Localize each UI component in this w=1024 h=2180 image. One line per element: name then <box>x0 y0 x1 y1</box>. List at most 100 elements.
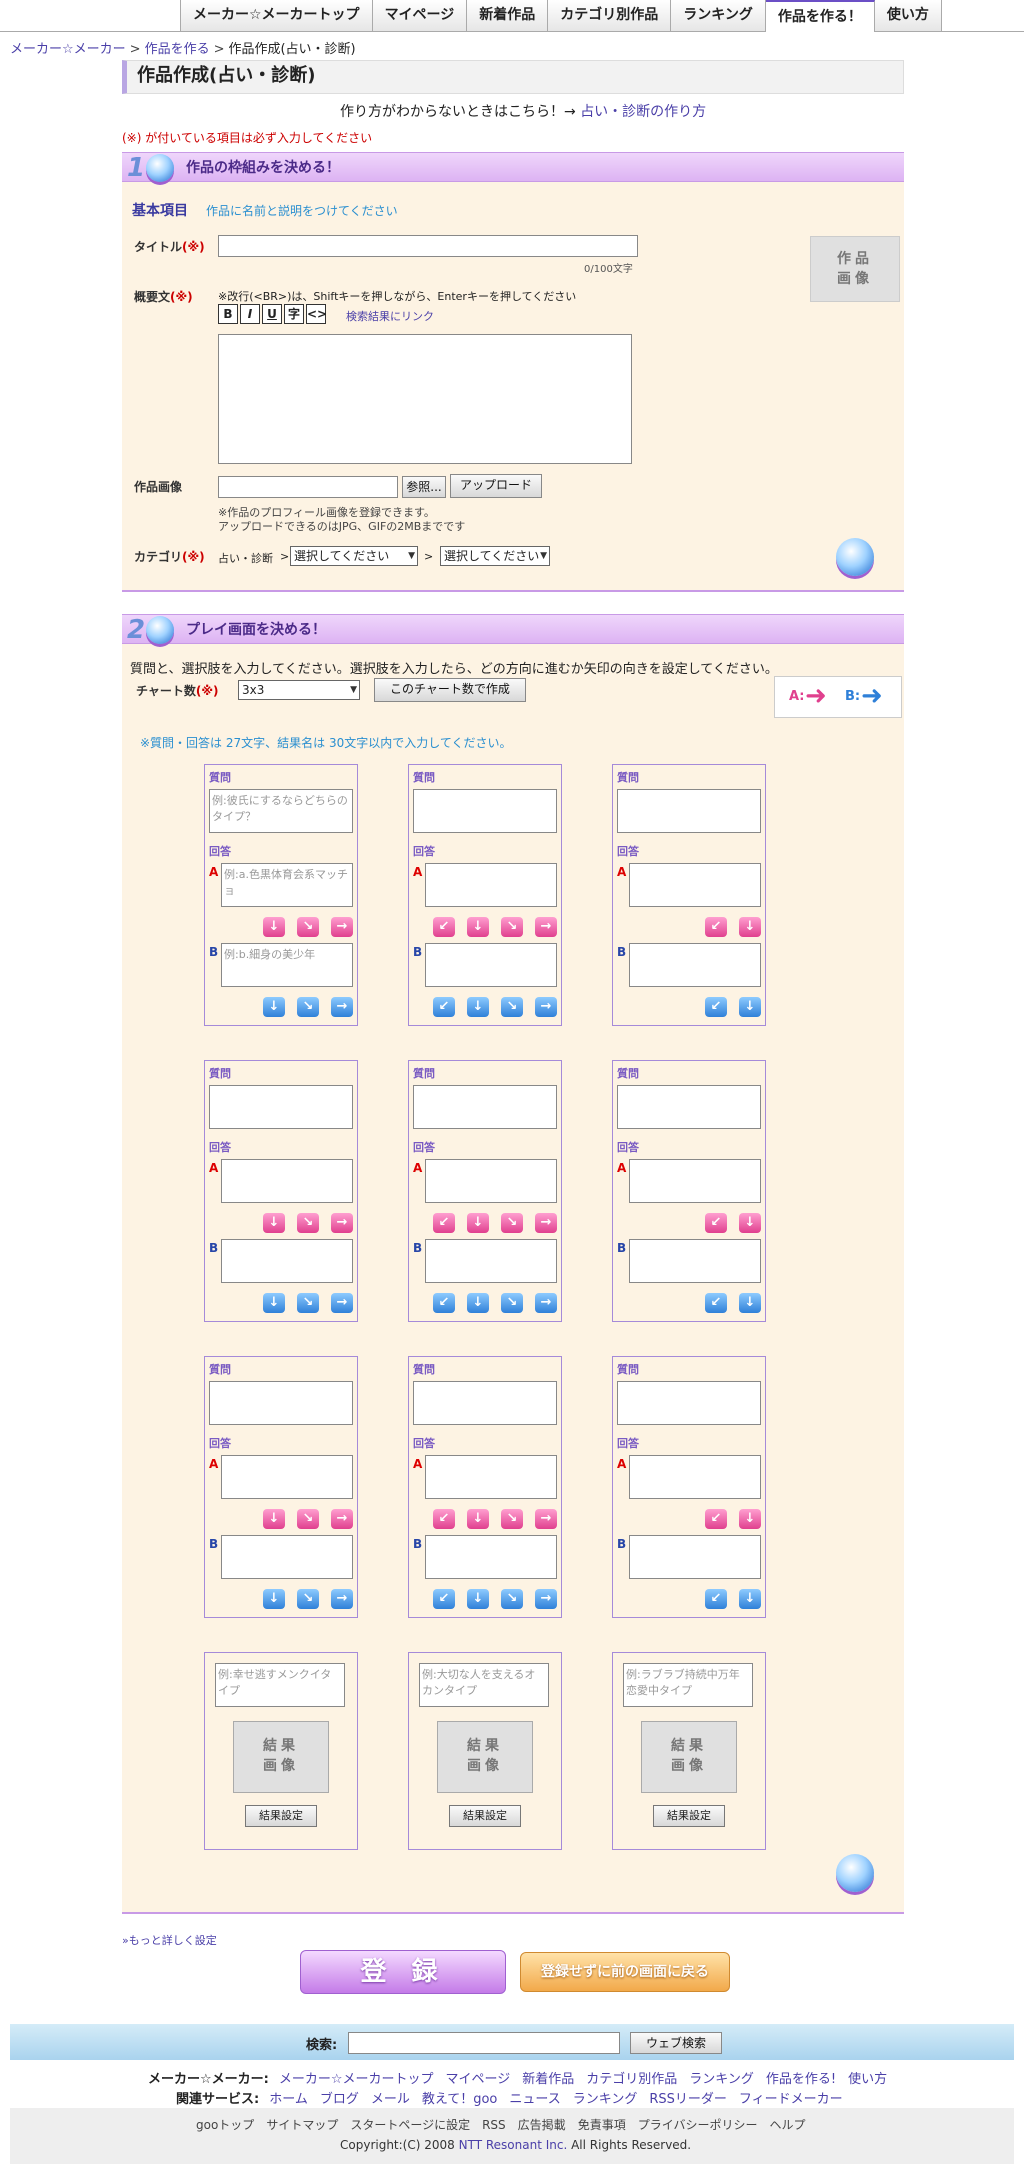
question-input[interactable] <box>209 1381 353 1425</box>
footer-bottom-link[interactable]: 免責事項 <box>578 2118 626 2132</box>
direction-arrow-b-icon[interactable]: ↘ <box>501 997 523 1017</box>
summary-textarea[interactable] <box>218 334 632 464</box>
web-search-button[interactable]: ウェブ検索 <box>630 2032 722 2054</box>
answer-b-input[interactable] <box>425 943 557 987</box>
direction-arrow-b-icon[interactable]: ↘ <box>501 1589 523 1609</box>
related-footer-link[interactable]: ニュース <box>509 2092 560 2107</box>
question-input[interactable] <box>617 789 761 833</box>
answer-a-input[interactable]: 例:a.色黒体育会系マッチョ <box>221 863 353 907</box>
format-button[interactable]: <> <box>306 304 327 324</box>
related-footer-link[interactable]: ブログ <box>320 2092 359 2107</box>
more-settings-link[interactable]: »もっと詳しく設定 <box>122 1932 217 1948</box>
direction-arrow-a-icon[interactable]: ↘ <box>501 1509 523 1529</box>
direction-arrow-b-icon[interactable]: ↓ <box>263 997 285 1017</box>
answer-b-input[interactable] <box>221 1535 353 1579</box>
related-footer-link[interactable]: RSSリーダー <box>649 2092 727 2107</box>
direction-arrow-b-icon[interactable]: ↓ <box>263 1293 285 1313</box>
question-input[interactable]: 例:彼氏にするならどちらのタイプ？ <box>209 789 353 833</box>
direction-arrow-a-icon[interactable]: ↓ <box>467 1213 489 1233</box>
direction-arrow-b-icon[interactable]: ↓ <box>467 997 489 1017</box>
title-input[interactable] <box>218 235 638 257</box>
direction-arrow-a-icon[interactable]: ↓ <box>263 1213 285 1233</box>
direction-arrow-b-icon[interactable]: → <box>331 1293 353 1313</box>
direction-arrow-a-icon[interactable]: → <box>535 917 557 937</box>
upload-button[interactable]: アップロード <box>450 474 542 498</box>
direction-arrow-b-icon[interactable]: ↓ <box>739 1293 761 1313</box>
direction-arrow-a-icon[interactable]: → <box>535 1213 557 1233</box>
maker-footer-link[interactable]: 新着作品 <box>522 2072 574 2087</box>
direction-arrow-b-icon[interactable]: → <box>535 1589 557 1609</box>
direction-arrow-b-icon[interactable]: ↓ <box>739 1589 761 1609</box>
direction-arrow-a-icon[interactable]: ↙ <box>705 1509 727 1529</box>
answer-a-input[interactable] <box>425 1159 557 1203</box>
direction-arrow-a-icon[interactable]: ↓ <box>263 1509 285 1529</box>
direction-arrow-a-icon[interactable]: ↙ <box>433 1509 455 1529</box>
result-name-input[interactable]: 例:幸せ逃すメンクイタイプ <box>215 1663 345 1707</box>
howto-link[interactable]: 占い・診断の作り方 <box>580 104 706 120</box>
direction-arrow-a-icon[interactable]: → <box>331 917 353 937</box>
related-footer-link[interactable]: ホーム <box>269 2092 308 2107</box>
answer-b-input[interactable] <box>425 1239 557 1283</box>
maker-footer-link[interactable]: 作品を作る! <box>766 2072 836 2087</box>
answer-a-input[interactable] <box>629 1159 761 1203</box>
direction-arrow-b-icon[interactable]: → <box>331 1589 353 1609</box>
direction-arrow-a-icon[interactable]: → <box>331 1509 353 1529</box>
direction-arrow-a-icon[interactable]: ↙ <box>433 917 455 937</box>
browse-button[interactable]: 参照... <box>402 476 446 498</box>
direction-arrow-b-icon[interactable]: ↙ <box>433 1293 455 1313</box>
answer-b-input[interactable] <box>629 943 761 987</box>
direction-arrow-a-icon[interactable]: ↓ <box>739 1213 761 1233</box>
answer-b-input[interactable] <box>629 1535 761 1579</box>
nav-tab[interactable]: メーカー☆メーカートップ <box>181 0 373 32</box>
breadcrumb-link-create[interactable]: 作品を作る <box>145 42 210 57</box>
direction-arrow-b-icon[interactable]: ↙ <box>705 1589 727 1609</box>
footer-bottom-link[interactable]: プライバシーポリシー <box>638 2118 758 2132</box>
maker-footer-link[interactable]: ランキング <box>689 2072 754 2087</box>
direction-arrow-b-icon[interactable]: → <box>535 1293 557 1313</box>
direction-arrow-b-icon[interactable]: ↙ <box>433 1589 455 1609</box>
direction-arrow-a-icon[interactable]: ↙ <box>705 1213 727 1233</box>
answer-b-input[interactable] <box>425 1535 557 1579</box>
direction-arrow-b-icon[interactable]: ↓ <box>467 1589 489 1609</box>
direction-arrow-a-icon[interactable]: ↘ <box>297 917 319 937</box>
nav-tab[interactable]: カテゴリ別作品 <box>548 0 672 32</box>
search-result-link[interactable]: 検索結果にリンク <box>346 308 434 324</box>
answer-b-input[interactable]: 例:b.細身の美少年 <box>221 943 353 987</box>
nav-tab[interactable]: 新着作品 <box>467 0 549 32</box>
direction-arrow-a-icon[interactable]: → <box>535 1509 557 1529</box>
category-select-2[interactable]: 選択してください <box>440 546 550 566</box>
related-footer-link[interactable]: フィードメーカー <box>739 2092 843 2107</box>
answer-a-input[interactable] <box>221 1455 353 1499</box>
direction-arrow-a-icon[interactable]: ↙ <box>705 917 727 937</box>
question-input[interactable] <box>617 1381 761 1425</box>
question-input[interactable] <box>413 1381 557 1425</box>
result-settings-button[interactable]: 結果設定 <box>449 1805 521 1827</box>
direction-arrow-b-icon[interactable]: ↘ <box>297 1293 319 1313</box>
maker-footer-link[interactable]: カテゴリ別作品 <box>586 2072 677 2087</box>
breadcrumb-link-maker[interactable]: メーカー☆メーカー <box>10 42 126 57</box>
question-input[interactable] <box>617 1085 761 1129</box>
chart-count-select[interactable]: 3x3 <box>238 680 360 700</box>
direction-arrow-b-icon[interactable]: ↓ <box>739 997 761 1017</box>
register-button[interactable]: 登 録 <box>300 1950 506 1994</box>
direction-arrow-b-icon[interactable]: → <box>331 997 353 1017</box>
direction-arrow-a-icon[interactable]: → <box>331 1213 353 1233</box>
answer-b-input[interactable] <box>629 1239 761 1283</box>
result-name-input[interactable]: 例:ラブラブ持続中万年恋愛中タイプ <box>623 1663 753 1707</box>
footer-bottom-link[interactable]: gooトップ <box>196 2118 254 2132</box>
footer-bottom-link[interactable]: 広告掲載 <box>518 2118 566 2132</box>
format-button[interactable]: U <box>262 304 282 324</box>
footer-bottom-link[interactable]: ヘルプ <box>769 2118 805 2132</box>
maker-footer-link[interactable]: 使い方 <box>848 2072 887 2087</box>
question-input[interactable] <box>413 1085 557 1129</box>
nav-tab[interactable]: ランキング <box>671 0 766 32</box>
footer-bottom-link[interactable]: スタートページに設定 <box>350 2118 470 2132</box>
maker-footer-link[interactable]: マイページ <box>446 2072 511 2087</box>
direction-arrow-a-icon[interactable]: ↓ <box>739 1509 761 1529</box>
direction-arrow-b-icon[interactable]: ↙ <box>705 997 727 1017</box>
direction-arrow-a-icon[interactable]: ↓ <box>467 917 489 937</box>
direction-arrow-b-icon[interactable]: ↙ <box>433 997 455 1017</box>
direction-arrow-b-icon[interactable]: ↙ <box>705 1293 727 1313</box>
image-file-input[interactable] <box>218 476 398 498</box>
answer-b-input[interactable] <box>221 1239 353 1283</box>
